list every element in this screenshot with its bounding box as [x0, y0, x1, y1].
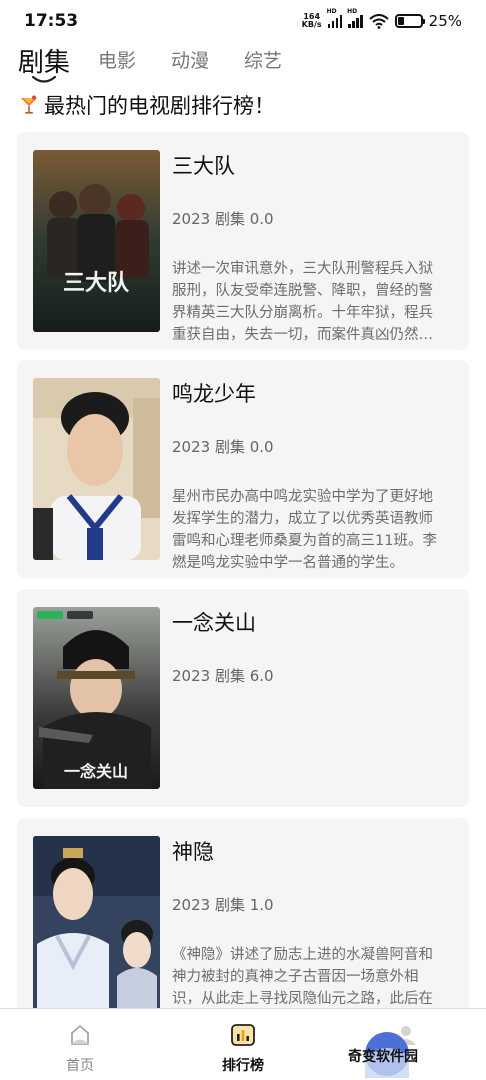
signal-2-tag: HD — [347, 8, 358, 15]
nav-home[interactable]: 首页 — [0, 1009, 160, 1080]
show-description: 讲述一次审讯意外，三大队刑警程兵入狱服刑，队友受牵连脱警、降职，曾经的警界精英三… — [172, 261, 433, 343]
show-meta: 2023 剧集 0.0 — [172, 438, 274, 456]
tab-tv-series[interactable]: 剧集 — [18, 42, 70, 79]
headline-text: 最热门的电视剧排行榜！ — [44, 94, 275, 118]
tab-anime[interactable]: 动漫 — [171, 42, 209, 73]
show-poster: 三大队 — [33, 150, 160, 332]
show-card[interactable]: 神隐 2023 剧集 1.0 《神隐》讲述了励志上进的水凝兽阿音和神力被封的真神… — [17, 818, 469, 1008]
show-card[interactable]: 鸣龙少年 2023 剧集 0.0 星州市民办高中鸣龙实验中学为了更好地发挥学生的… — [17, 360, 469, 578]
active-tab-indicator — [32, 76, 56, 83]
wifi-icon — [368, 13, 389, 29]
tab-variety[interactable]: 综艺 — [244, 42, 282, 73]
network-speed: 164 KB/s — [302, 13, 322, 29]
show-poster: 一念关山 — [33, 607, 160, 789]
battery: 25% — [394, 12, 462, 30]
poster-image — [33, 836, 160, 1008]
nav-ranking[interactable]: 排行榜 — [163, 1009, 323, 1080]
show-title: 三大队 — [172, 154, 235, 178]
battery-icon — [394, 14, 425, 28]
show-poster — [33, 378, 160, 560]
poster-caption: 三大队 — [63, 270, 130, 296]
signal-1-icon: HD — [327, 8, 343, 28]
home-icon — [71, 1025, 89, 1045]
signal-2-icon: HD — [347, 8, 363, 28]
poster-image — [33, 378, 160, 560]
show-list: 三大队 三大队 2023 剧集 0.0 讲述一次审讯意外，三大队刑警程兵入狱服刑… — [17, 132, 469, 1008]
show-poster — [33, 836, 160, 1008]
poster-caption: 一念关山 — [64, 762, 128, 781]
nav-ranking-label: 排行榜 — [222, 1058, 264, 1074]
bottom-navigation: 首页 排行榜 — [0, 1008, 486, 1080]
poster-image: 三大队 — [33, 150, 160, 332]
show-card[interactable]: 三大队 三大队 2023 剧集 0.0 讲述一次审讯意外，三大队刑警程兵入狱服刑… — [17, 132, 469, 350]
battery-level — [397, 17, 404, 25]
status-time: 17:53 — [24, 11, 79, 31]
show-description: 星州市民办高中鸣龙实验中学为了更好地发挥学生的潜力，成立了以优秀英语教师雷鸣和心… — [172, 489, 437, 571]
cocktail-icon — [21, 95, 37, 114]
battery-percent: 25% — [428, 12, 462, 30]
category-tabs: 剧集 电影 动漫 综艺 — [18, 42, 317, 83]
nav-home-label: 首页 — [66, 1058, 94, 1074]
show-card[interactable]: 一念关山 一念关山 2023 剧集 6.0 — [17, 589, 469, 807]
ranking-icon — [231, 1024, 255, 1046]
status-icons: 164 KB/s HD HD 25% — [302, 8, 462, 32]
status-bar: 17:53 164 KB/s HD HD 25% — [0, 0, 486, 42]
tab-movies[interactable]: 电影 — [98, 42, 136, 73]
show-title: 一念关山 — [172, 611, 256, 635]
ranking-headline: 最热门的电视剧排行榜！ — [20, 90, 275, 120]
show-meta: 2023 剧集 0.0 — [172, 210, 274, 228]
show-title: 鸣龙少年 — [172, 382, 256, 406]
show-description: 《神隐》讲述了励志上进的水凝兽阿音和神力被封的真神之子古晋因一场意外相识，从此走… — [172, 947, 433, 1007]
network-speed-unit: KB/s — [301, 20, 322, 29]
watermark-text: 奇变软件园 — [348, 1049, 418, 1065]
show-meta: 2023 剧集 6.0 — [172, 667, 274, 685]
signal-1-tag: HD — [326, 8, 337, 15]
poster-image: 一念关山 — [33, 607, 160, 789]
show-title: 神隐 — [172, 840, 214, 864]
show-meta: 2023 剧集 1.0 — [172, 896, 274, 914]
